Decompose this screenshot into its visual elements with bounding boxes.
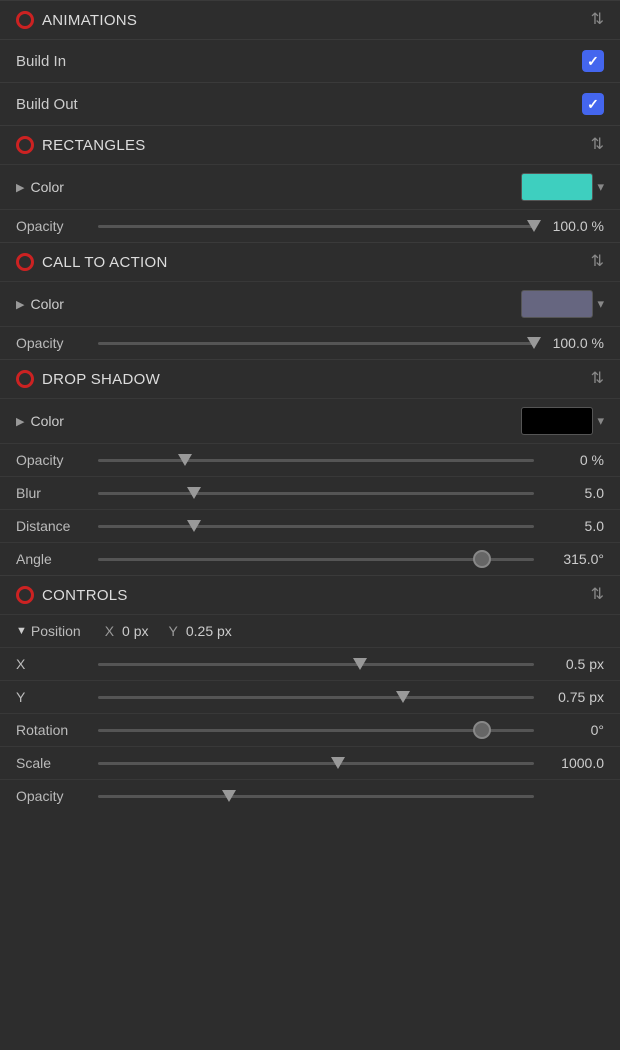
- rectangles-opacity-track[interactable]: [98, 225, 534, 228]
- controls-title: CONTROLS: [42, 587, 128, 604]
- shadow-color-swatch-wrapper: ▾: [521, 407, 604, 435]
- rectangles-color-expand-icon[interactable]: ▶: [16, 181, 24, 194]
- controls-y-value: 0.25 px: [186, 623, 232, 639]
- animations-title: ANIMATIONS: [42, 12, 137, 29]
- shadow-opacity-value: 0 %: [544, 452, 604, 468]
- shadow-color-swatch[interactable]: [521, 407, 593, 435]
- cta-color-swatch-wrapper: ▾: [521, 290, 604, 318]
- shadow-distance-track[interactable]: [98, 525, 534, 528]
- controls-y-slider-value: 0.75 px: [544, 689, 604, 705]
- shadow-angle-track[interactable]: [98, 558, 534, 561]
- rectangles-color-label: Color: [30, 179, 63, 195]
- animations-section-header: ANIMATIONS ⇅: [0, 0, 620, 39]
- controls-y-axis-label: Y: [169, 623, 178, 639]
- rectangles-color-swatch-wrapper: ▾: [521, 173, 604, 201]
- controls-y-slider-row: Y 0.75 px: [0, 680, 620, 713]
- controls-rotation-value: 0°: [544, 722, 604, 738]
- shadow-blur-row: Blur 5.0: [0, 476, 620, 509]
- shadow-color-row: ▶ Color ▾: [0, 398, 620, 443]
- rectangles-title: RECTANGLES: [42, 137, 146, 154]
- call-to-action-title: CALL TO ACTION: [42, 254, 168, 271]
- cta-opacity-row: Opacity 100.0 %: [0, 326, 620, 359]
- shadow-distance-label: Distance: [16, 518, 88, 534]
- controls-sort-icon[interactable]: ⇅: [591, 587, 604, 603]
- controls-scale-label: Scale: [16, 755, 88, 771]
- call-to-action-section-header: CALL TO ACTION ⇅: [0, 242, 620, 281]
- cta-color-swatch[interactable]: [521, 290, 593, 318]
- shadow-angle-label: Angle: [16, 551, 88, 567]
- cta-color-label: Color: [30, 296, 63, 312]
- rectangles-section-header: RECTANGLES ⇅: [0, 125, 620, 164]
- controls-position-label: ▼ Position: [16, 623, 81, 639]
- drop-shadow-sort-icon[interactable]: ⇅: [591, 371, 604, 387]
- shadow-opacity-label: Opacity: [16, 452, 88, 468]
- shadow-color-chevron[interactable]: ▾: [597, 413, 604, 429]
- controls-rotation-track[interactable]: [98, 729, 534, 732]
- build-out-checkbox[interactable]: [582, 93, 604, 115]
- controls-x-slider-value: 0.5 px: [544, 656, 604, 672]
- rectangles-opacity-label: Opacity: [16, 218, 88, 234]
- rectangles-opacity-row: Opacity 100.0 %: [0, 209, 620, 242]
- controls-opacity-row: Opacity: [0, 779, 620, 812]
- controls-scale-track[interactable]: [98, 762, 534, 765]
- controls-y-slider-label: Y: [16, 689, 88, 705]
- controls-x-slider-track[interactable]: [98, 663, 534, 666]
- controls-x-slider-row: X 0.5 px: [0, 647, 620, 680]
- controls-x-axis-label: X: [105, 623, 114, 639]
- rectangles-indicator: [16, 136, 34, 154]
- cta-color-expand-icon[interactable]: ▶: [16, 298, 24, 311]
- shadow-angle-value: 315.0°: [544, 551, 604, 567]
- shadow-color-expand-icon[interactable]: ▶: [16, 415, 24, 428]
- animations-indicator: [16, 11, 34, 29]
- controls-rotation-label: Rotation: [16, 722, 88, 738]
- rectangles-color-swatch[interactable]: [521, 173, 593, 201]
- cta-color-chevron[interactable]: ▾: [597, 296, 604, 312]
- controls-x-value: 0 px: [122, 623, 148, 639]
- controls-section-header: CONTROLS ⇅: [0, 575, 620, 614]
- rectangles-opacity-value: 100.0 %: [544, 218, 604, 234]
- controls-indicator: [16, 586, 34, 604]
- shadow-blur-label: Blur: [16, 485, 88, 501]
- shadow-angle-row: Angle 315.0°: [0, 542, 620, 575]
- rectangles-sort-icon[interactable]: ⇅: [591, 137, 604, 153]
- cta-opacity-value: 100.0 %: [544, 335, 604, 351]
- build-in-row: Build In: [0, 39, 620, 82]
- shadow-blur-value: 5.0: [544, 485, 604, 501]
- drop-shadow-section-header: DROP SHADOW ⇅: [0, 359, 620, 398]
- call-to-action-sort-icon[interactable]: ⇅: [591, 254, 604, 270]
- controls-y-slider-track[interactable]: [98, 696, 534, 699]
- controls-position-row: ▼ Position X 0 px Y 0.25 px: [0, 614, 620, 647]
- drop-shadow-title: DROP SHADOW: [42, 371, 160, 388]
- cta-opacity-label: Opacity: [16, 335, 88, 351]
- cta-opacity-track[interactable]: [98, 342, 534, 345]
- controls-x-slider-label: X: [16, 656, 88, 672]
- shadow-opacity-row: Opacity 0 %: [0, 443, 620, 476]
- shadow-color-label: Color: [30, 413, 63, 429]
- controls-opacity-label: Opacity: [16, 788, 88, 804]
- controls-scale-value: 1000.0: [544, 755, 604, 771]
- build-out-row: Build Out: [0, 82, 620, 125]
- shadow-distance-row: Distance 5.0: [0, 509, 620, 542]
- build-out-label: Build Out: [16, 96, 78, 113]
- call-to-action-indicator: [16, 253, 34, 271]
- shadow-blur-track[interactable]: [98, 492, 534, 495]
- shadow-opacity-track[interactable]: [98, 459, 534, 462]
- build-in-checkbox[interactable]: [582, 50, 604, 72]
- controls-opacity-track[interactable]: [98, 795, 534, 798]
- controls-rotation-row: Rotation 0°: [0, 713, 620, 746]
- rectangles-color-chevron[interactable]: ▾: [597, 179, 604, 195]
- position-expand-icon[interactable]: ▼: [16, 625, 27, 637]
- drop-shadow-indicator: [16, 370, 34, 388]
- shadow-distance-value: 5.0: [544, 518, 604, 534]
- animations-sort-icon[interactable]: ⇅: [591, 12, 604, 28]
- build-in-label: Build In: [16, 53, 66, 70]
- controls-scale-row: Scale 1000.0: [0, 746, 620, 779]
- rectangles-color-row: ▶ Color ▾: [0, 164, 620, 209]
- cta-color-row: ▶ Color ▾: [0, 281, 620, 326]
